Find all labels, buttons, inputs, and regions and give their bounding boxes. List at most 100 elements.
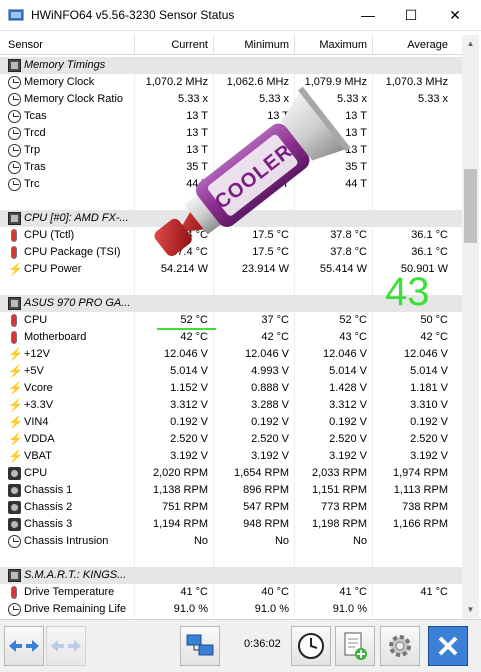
close-icon (438, 636, 458, 656)
sensor-name: Memory Clock (24, 76, 95, 88)
sensor-row[interactable]: ⚡ +3.3V 3.312 V 3.288 V 3.312 V 3.310 V (0, 397, 462, 414)
sensor-row[interactable]: Chassis 3 1,194 RPM 948 RPM 1,198 RPM 1,166 … (0, 516, 462, 533)
maximize-button[interactable]: ☐ (392, 0, 430, 30)
sensor-name: CPU (Tctl) (24, 229, 75, 241)
value-maximum: 773 RPM (321, 501, 367, 513)
bottom-toolbar: 0:36:02 (0, 619, 481, 672)
close-icon: ✕ (449, 6, 461, 23)
sensor-group-row[interactable]: S.M.A.R.T.: KINGS... (0, 567, 462, 584)
column-average[interactable]: Average (407, 39, 448, 51)
value-current: 1,194 RPM (152, 518, 208, 530)
value-average: 42 °C (420, 331, 448, 343)
value-maximum: 91.0 % (332, 603, 367, 615)
column-current[interactable]: Current (171, 39, 208, 51)
value-minimum: 40 °C (261, 586, 289, 598)
bolt-icon: ⚡ (8, 381, 23, 395)
value-minimum: 3.192 V (251, 450, 289, 462)
value-average: 50 °C (420, 314, 448, 326)
value-maximum: No (352, 535, 367, 547)
value-current: 12.046 V (163, 348, 208, 360)
sensor-group-row[interactable]: Memory Timings (0, 57, 462, 74)
bolt-icon: ⚡ (8, 364, 23, 378)
sensor-row[interactable]: Chassis Intrusion No No No (0, 533, 462, 550)
value-current: 52 °C (180, 314, 208, 326)
navigate-left-right-button[interactable] (4, 626, 44, 666)
close-button[interactable]: ✕ (436, 0, 474, 30)
value-minimum: 2.520 V (251, 433, 289, 445)
settings-button[interactable] (380, 626, 420, 666)
sensor-name: VDDA (24, 433, 55, 445)
clock-reset-button[interactable] (291, 626, 331, 666)
chip-icon (8, 297, 21, 310)
sensor-name: ASUS 970 PRO GA... (24, 297, 131, 309)
sensor-row[interactable]: Drive Temperature 41 °C 40 °C 41 °C 41 °C (0, 584, 462, 601)
value-average: 5.33 x (418, 93, 448, 105)
scroll-up-arrow-icon[interactable]: ▲ (462, 35, 479, 52)
thermometer-icon (11, 586, 17, 599)
value-current: 91.0 % (173, 603, 208, 615)
elapsed-time: 0:36:02 (244, 638, 281, 650)
logging-button[interactable] (335, 626, 375, 666)
sensor-row[interactable]: ⚡ +5V 5.014 V 4.993 V 5.014 V 5.014 V (0, 363, 462, 380)
sensor-row[interactable]: ⚡ VIN4 0.192 V 0.192 V 0.192 V 0.192 V (0, 414, 462, 431)
fan-icon (8, 518, 21, 531)
sensor-name: Trp (24, 144, 41, 156)
sensor-name: Drive Temperature (24, 586, 115, 598)
value-average: 738 RPM (402, 501, 448, 513)
thermometer-icon (11, 314, 17, 327)
sensor-row[interactable]: ⚡ VBAT 3.192 V 3.192 V 3.192 V 3.192 V (0, 448, 462, 465)
sensor-name: Vcore (24, 382, 53, 394)
value-minimum: 547 RPM (243, 501, 289, 513)
vertical-scrollbar[interactable]: ▲ ▼ (462, 35, 479, 618)
value-minimum: 12.046 V (244, 348, 289, 360)
column-sensor[interactable]: Sensor (8, 39, 43, 51)
sensor-name: Memory Clock Ratio (24, 93, 124, 105)
sensor-row[interactable]: ⚡ +12V 12.046 V 12.046 V 12.046 V 12.046 V (0, 346, 462, 363)
fan-icon (8, 501, 21, 514)
sensor-name: CPU (24, 314, 48, 326)
value-minimum: 37 °C (261, 314, 289, 326)
network-computers-icon (186, 634, 214, 656)
value-average: 1,974 RPM (392, 467, 448, 479)
value-current: No (193, 535, 208, 547)
scroll-down-arrow-icon[interactable]: ▼ (462, 601, 479, 618)
chip-icon (8, 59, 21, 72)
handwritten-annotation: 43 (385, 270, 430, 314)
value-maximum: 3.312 V (329, 399, 367, 411)
column-minimum[interactable]: Minimum (244, 39, 289, 51)
sensor-row[interactable]: Chassis 2 751 RPM 547 RPM 773 RPM 738 RPM (0, 499, 462, 516)
column-header: Sensor Current Minimum Maximum Average (0, 35, 462, 55)
sensor-row[interactable]: ⚡ VDDA 2.520 V 2.520 V 2.520 V 2.520 V (0, 431, 462, 448)
spacer-row (0, 550, 462, 567)
sensor-row[interactable]: CPU 2,020 RPM 1,654 RPM 2,033 RPM 1,974 RPM (0, 465, 462, 482)
network-button[interactable] (180, 626, 220, 666)
thermometer-icon (11, 246, 17, 259)
sensor-row[interactable]: ⚡ Vcore 1.152 V 0.888 V 1.428 V 1.181 V (0, 380, 462, 397)
close-sensors-button[interactable] (428, 626, 468, 666)
sensor-name: CPU Power (24, 263, 82, 275)
value-maximum: 52 °C (339, 314, 367, 326)
sensor-row[interactable]: Motherboard 42 °C 42 °C 43 °C 42 °C (0, 329, 462, 346)
column-maximum[interactable]: Maximum (319, 39, 367, 51)
value-average: 1.181 V (410, 382, 448, 394)
bolt-icon: ⚡ (8, 432, 23, 446)
window-title: HWiNFO64 v5.56-3230 Sensor Status (31, 8, 235, 22)
sensor-row[interactable]: Chassis 1 1,138 RPM 896 RPM 1,151 RPM 1,113 … (0, 482, 462, 499)
value-average: 12.046 V (403, 348, 448, 360)
column-divider[interactable] (294, 35, 295, 55)
value-average: 3.192 V (410, 450, 448, 462)
value-current: 41 °C (180, 586, 208, 598)
bolt-icon: ⚡ (8, 415, 23, 429)
minimize-button[interactable]: — (349, 0, 387, 30)
scroll-thumb[interactable] (464, 169, 477, 243)
sensor-name: Tras (24, 161, 46, 173)
column-divider[interactable] (213, 35, 214, 55)
sensor-row[interactable]: Drive Remaining Life 91.0 % 91.0 % 91.0 % (0, 601, 462, 617)
clock-icon (8, 144, 21, 157)
column-divider[interactable] (134, 35, 135, 55)
bolt-icon: ⚡ (8, 262, 23, 276)
value-average: 5.014 V (410, 365, 448, 377)
navigate-disabled-button[interactable] (46, 626, 86, 666)
column-divider[interactable] (372, 35, 373, 55)
sensor-name: CPU Package (TSI) (24, 246, 121, 258)
